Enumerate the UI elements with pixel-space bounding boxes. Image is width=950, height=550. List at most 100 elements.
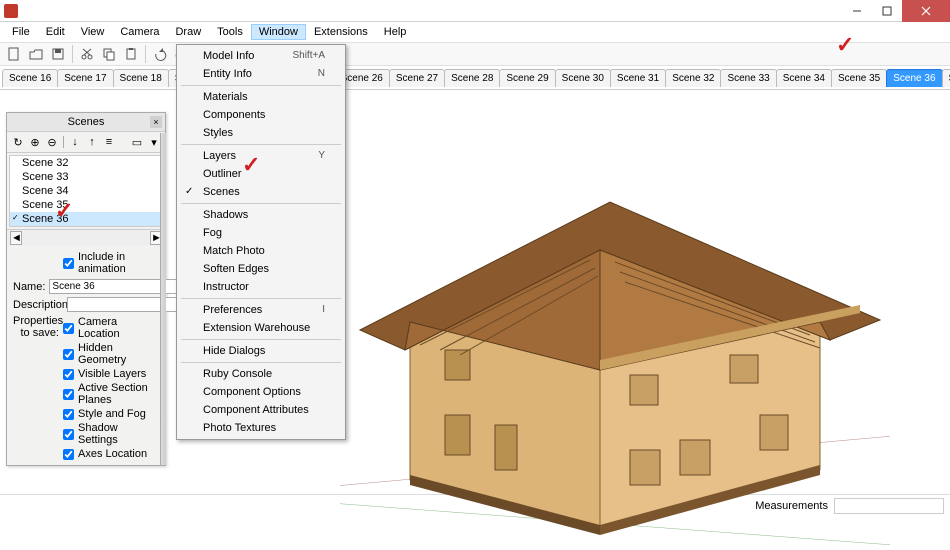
include-animation-label: Include in animation: [78, 251, 159, 275]
menu-item-match-photo[interactable]: Match Photo: [177, 242, 345, 260]
panel-resize-handle[interactable]: [160, 133, 166, 465]
cut-icon[interactable]: [77, 44, 97, 64]
menu-bar: FileEditViewCameraDrawToolsWindowExtensi…: [0, 22, 950, 42]
new-icon[interactable]: [4, 44, 24, 64]
panel-title[interactable]: Scenes ×: [7, 113, 165, 132]
remove-scene-icon[interactable]: ⊖: [45, 135, 59, 149]
scene-tabs-bar: Scene 16Scene 17Scene 18Scene 19Scene 24…: [0, 66, 950, 90]
menu-item-layers[interactable]: LayersY: [177, 147, 345, 165]
scene-tab[interactable]: Scene 17: [57, 69, 113, 87]
menu-item-extension-warehouse[interactable]: Extension Warehouse: [177, 319, 345, 337]
undo-icon[interactable]: [150, 44, 170, 64]
scene-tab[interactable]: Scene 35: [831, 69, 887, 87]
property-checkbox[interactable]: [63, 409, 74, 420]
add-scene-icon[interactable]: ⊕: [28, 135, 42, 149]
scene-tab[interactable]: Scene 34: [776, 69, 832, 87]
close-button[interactable]: [902, 0, 950, 22]
open-icon[interactable]: [26, 44, 46, 64]
scene-name-input[interactable]: [49, 279, 187, 294]
minimize-button[interactable]: [842, 0, 872, 22]
property-label: Camera Location: [78, 316, 159, 340]
list-view-icon[interactable]: ≡: [102, 135, 116, 149]
scene-list[interactable]: Scene 32Scene 33Scene 34Scene 35Scene 36…: [9, 155, 163, 227]
menu-item-component-attributes[interactable]: Component Attributes: [177, 401, 345, 419]
description-label: Description:: [13, 299, 63, 311]
scene-list-item[interactable]: Scene 37: [10, 226, 162, 227]
property-checkbox[interactable]: [63, 323, 74, 334]
menu-item-shadows[interactable]: Shadows: [177, 206, 345, 224]
menu-item-entity-info[interactable]: Entity InfoN: [177, 65, 345, 83]
panel-close-button[interactable]: ×: [150, 116, 162, 128]
refresh-icon[interactable]: ↻: [11, 135, 25, 149]
property-label: Visible Layers: [78, 368, 146, 380]
copy-icon[interactable]: [99, 44, 119, 64]
panel-title-label: Scenes: [68, 116, 105, 128]
menu-draw[interactable]: Draw: [167, 24, 209, 40]
property-label: Active Section Planes: [78, 382, 159, 406]
scene-tab[interactable]: Scene 31: [610, 69, 666, 87]
menu-camera[interactable]: Camera: [112, 24, 167, 40]
menu-item-scenes[interactable]: Scenes: [177, 183, 345, 201]
menu-item-instructor[interactable]: Instructor: [177, 278, 345, 296]
menu-item-materials[interactable]: Materials: [177, 88, 345, 106]
properties-label: Properties to save:: [13, 315, 63, 461]
scene-tab[interactable]: Scene 30: [555, 69, 611, 87]
property-label: Hidden Geometry: [78, 342, 159, 366]
scene-tab[interactable]: Scene 37: [942, 69, 950, 87]
scenes-panel[interactable]: Scenes × ↻ ⊕ ⊖ ↓ ↑ ≡ ▭ ▾ Scene 32Scene 3…: [6, 112, 166, 466]
scene-list-item[interactable]: Scene 36: [10, 212, 162, 226]
app-icon: [4, 4, 18, 18]
move-up-icon[interactable]: ↑: [85, 135, 99, 149]
menu-extensions[interactable]: Extensions: [306, 24, 376, 40]
menu-item-preferences[interactable]: PreferencesI: [177, 301, 345, 319]
menu-file[interactable]: File: [4, 24, 38, 40]
save-icon[interactable]: [48, 44, 68, 64]
menu-item-ruby-console[interactable]: Ruby Console: [177, 365, 345, 383]
include-animation-checkbox[interactable]: [63, 258, 74, 269]
menu-help[interactable]: Help: [376, 24, 415, 40]
menu-item-hide-dialogs[interactable]: Hide Dialogs: [177, 342, 345, 360]
menu-view[interactable]: View: [73, 24, 113, 40]
name-label: Name:: [13, 281, 45, 293]
panel-toolbar: ↻ ⊕ ⊖ ↓ ↑ ≡ ▭ ▾: [7, 132, 165, 153]
scene-tab[interactable]: Scene 36: [886, 69, 942, 87]
paste-icon[interactable]: [121, 44, 141, 64]
menu-item-soften-edges[interactable]: Soften Edges: [177, 260, 345, 278]
menu-edit[interactable]: Edit: [38, 24, 73, 40]
scene-tab[interactable]: Scene 29: [499, 69, 555, 87]
scene-tab[interactable]: Scene 32: [665, 69, 721, 87]
menu-icon[interactable]: ▾: [147, 135, 161, 149]
window-menu-dropdown[interactable]: Model InfoShift+AEntity InfoNMaterialsCo…: [176, 44, 346, 440]
menu-item-model-info[interactable]: Model InfoShift+A: [177, 47, 345, 65]
scene-tab[interactable]: Scene 27: [389, 69, 445, 87]
scene-tab[interactable]: Scene 33: [720, 69, 776, 87]
property-label: Style and Fog: [78, 408, 146, 420]
property-checkbox[interactable]: [63, 389, 74, 400]
main-toolbar: [0, 42, 950, 66]
scene-tab[interactable]: Scene 16: [2, 69, 58, 87]
scene-tab[interactable]: Scene 28: [444, 69, 500, 87]
thumb-view-icon[interactable]: ▭: [130, 135, 144, 149]
scene-list-item[interactable]: Scene 35: [10, 198, 162, 212]
menu-item-component-options[interactable]: Component Options: [177, 383, 345, 401]
menu-window[interactable]: Window: [251, 24, 306, 40]
menu-item-styles[interactable]: Styles: [177, 124, 345, 142]
property-checkbox[interactable]: [63, 429, 74, 440]
menu-item-outliner[interactable]: Outliner: [177, 165, 345, 183]
menu-tools[interactable]: Tools: [209, 24, 251, 40]
menu-item-photo-textures[interactable]: Photo Textures: [177, 419, 345, 437]
scene-list-item[interactable]: Scene 33: [10, 170, 162, 184]
scene-list-item[interactable]: Scene 32: [10, 156, 162, 170]
property-checkbox[interactable]: [63, 369, 74, 380]
menu-item-fog[interactable]: Fog: [177, 224, 345, 242]
property-checkbox[interactable]: [63, 449, 74, 460]
scene-list-item[interactable]: Scene 34: [10, 184, 162, 198]
property-label: Shadow Settings: [78, 422, 159, 446]
panel-hscroll[interactable]: ◄►: [7, 229, 165, 246]
scene-tab[interactable]: Scene 18: [113, 69, 169, 87]
maximize-button[interactable]: [872, 0, 902, 22]
title-bar: [0, 0, 950, 22]
property-checkbox[interactable]: [63, 349, 74, 360]
move-down-icon[interactable]: ↓: [68, 135, 82, 149]
menu-item-components[interactable]: Components: [177, 106, 345, 124]
